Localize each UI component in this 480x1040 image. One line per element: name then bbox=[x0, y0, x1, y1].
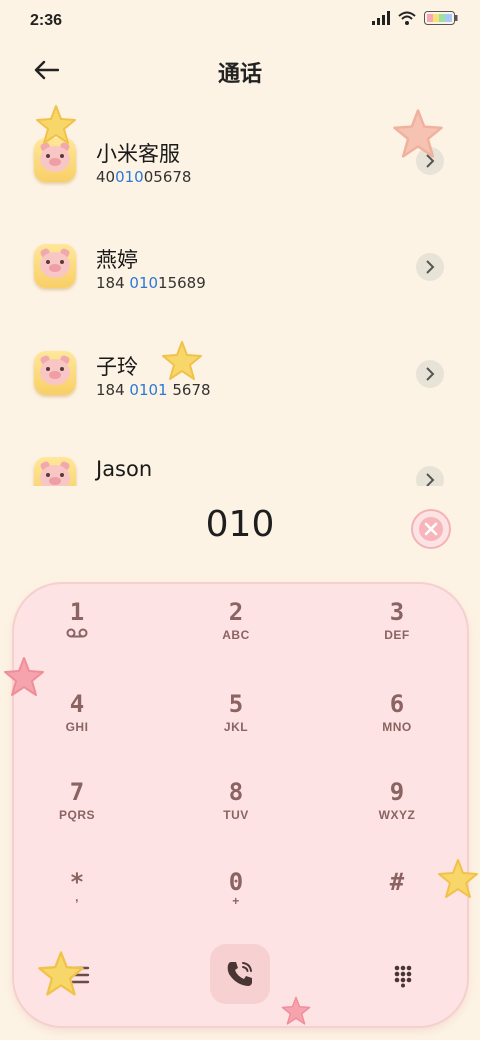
key-digit: 0 bbox=[228, 868, 244, 896]
star-decoration-icon bbox=[36, 105, 76, 144]
contact-detail-button[interactable] bbox=[416, 466, 444, 486]
dialed-number: 010 bbox=[205, 504, 275, 545]
contact-name: 子玲 bbox=[96, 355, 138, 379]
chevron-right-icon bbox=[426, 260, 435, 274]
key-letters: + bbox=[232, 894, 240, 908]
key-5[interactable]: 5 JKL bbox=[161, 690, 311, 776]
keypad-grid-icon bbox=[394, 965, 412, 988]
contact-name: 小米客服 bbox=[96, 142, 180, 166]
star-decoration-icon bbox=[281, 996, 311, 1025]
key-letters: DEF bbox=[384, 628, 410, 642]
keypad-toggle-button[interactable] bbox=[390, 962, 416, 988]
key-digit: 9 bbox=[389, 778, 405, 806]
key-0[interactable]: 0 + bbox=[161, 868, 311, 954]
star-decoration-icon bbox=[4, 657, 44, 696]
chevron-right-icon bbox=[426, 367, 435, 381]
key-digit: 5 bbox=[228, 690, 244, 718]
key-digit: 6 bbox=[389, 690, 405, 718]
key-letters: WXYZ bbox=[378, 808, 416, 822]
key-digit: 4 bbox=[69, 690, 85, 718]
key-digit: 8 bbox=[228, 778, 244, 806]
key-7[interactable]: 7 PQRS bbox=[2, 778, 152, 864]
contact-number: 184 01015689 bbox=[96, 274, 206, 292]
voicemail-icon bbox=[66, 628, 88, 638]
backspace-button[interactable] bbox=[410, 508, 452, 550]
key-3[interactable]: 3 DEF bbox=[322, 598, 472, 684]
key-2[interactable]: 2 ABC bbox=[161, 598, 311, 684]
battery-icon bbox=[424, 11, 458, 25]
key-4[interactable]: 4 GHI bbox=[2, 690, 152, 776]
key-letters: JKL bbox=[223, 720, 249, 734]
call-button[interactable] bbox=[210, 944, 270, 1004]
contact-detail-button[interactable] bbox=[416, 360, 444, 388]
key-digit: # bbox=[389, 868, 405, 896]
key-letters: MNO bbox=[382, 720, 412, 734]
key-8[interactable]: 8 TUV bbox=[161, 778, 311, 864]
contact-detail-button[interactable] bbox=[416, 253, 444, 281]
key-6[interactable]: 6 MNO bbox=[322, 690, 472, 776]
key-letters: GHI bbox=[65, 720, 89, 734]
status-icons bbox=[372, 11, 458, 25]
contact-row[interactable]: 子玲 184 0101 5678 bbox=[0, 321, 480, 421]
key-letters: TUV bbox=[223, 808, 249, 822]
star-decoration-icon bbox=[438, 859, 478, 898]
key-digit: 7 bbox=[69, 778, 85, 806]
status-time: 2:36 bbox=[30, 12, 63, 29]
key-star[interactable]: * , bbox=[2, 868, 152, 954]
avatar bbox=[34, 244, 76, 288]
signal-icon bbox=[372, 11, 390, 25]
key-letters: PQRS bbox=[58, 808, 95, 822]
contact-row[interactable]: 燕婷 184 01015689 bbox=[0, 214, 480, 314]
contact-name: 燕婷 bbox=[96, 248, 138, 272]
chevron-right-icon bbox=[426, 473, 435, 486]
avatar bbox=[34, 457, 76, 486]
wifi-icon bbox=[398, 11, 416, 25]
star-decoration-icon bbox=[38, 951, 84, 996]
header: 通话 bbox=[0, 40, 480, 104]
contact-name: Jason bbox=[96, 457, 153, 481]
key-digit: 3 bbox=[389, 598, 405, 626]
key-letters: , bbox=[75, 890, 79, 904]
contact-row[interactable]: Jason bbox=[0, 427, 480, 486]
avatar bbox=[34, 351, 76, 395]
key-letters: ABC bbox=[222, 628, 250, 642]
phone-call-icon bbox=[227, 962, 252, 986]
page-title: 通话 bbox=[217, 61, 262, 86]
star-decoration-icon bbox=[162, 341, 202, 380]
contact-suggestions-list[interactable]: 小米客服 4001005678 燕婷 184 01015689 子玲 184 0… bbox=[0, 104, 480, 486]
key-digit: 2 bbox=[228, 598, 244, 626]
contact-number: 184 0101 5678 bbox=[96, 381, 211, 399]
key-9[interactable]: 9 WXYZ bbox=[322, 778, 472, 864]
backspace-icon bbox=[411, 509, 451, 549]
key-digit: 1 bbox=[69, 598, 85, 626]
contact-number: 4001005678 bbox=[96, 168, 192, 186]
star-decoration-icon bbox=[393, 109, 443, 158]
status-bar: 2:36 bbox=[0, 0, 480, 40]
